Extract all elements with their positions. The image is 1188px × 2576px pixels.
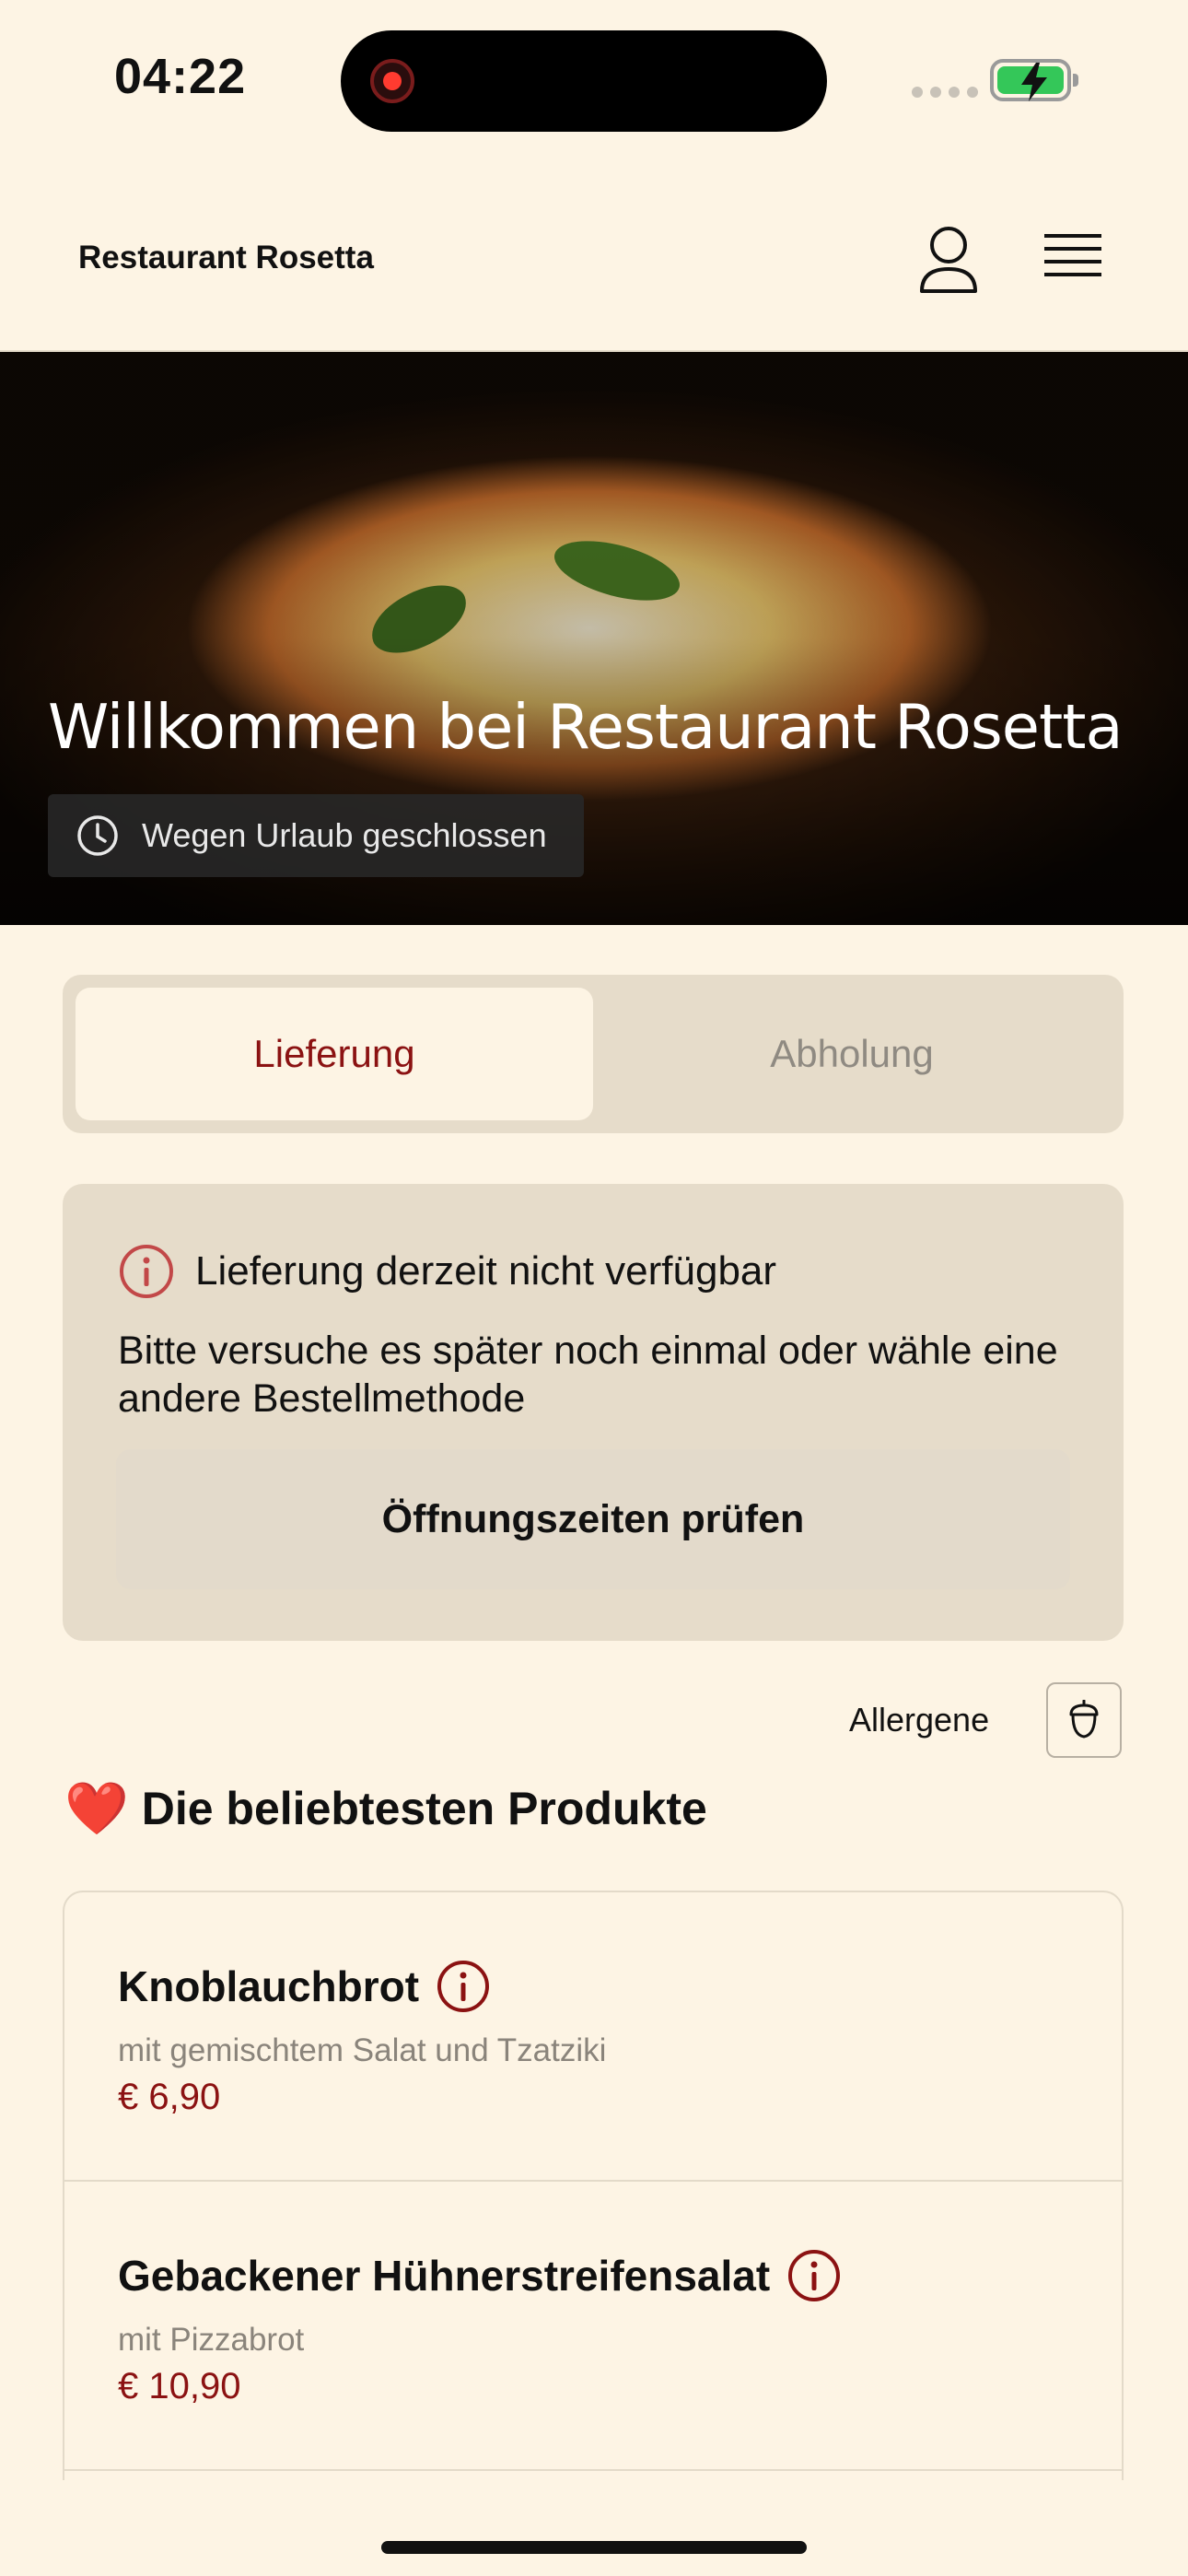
restaurant-name[interactable]: Restaurant Rosetta <box>78 240 374 276</box>
product-name: Knoblauchbrot <box>118 1962 420 2010</box>
battery-icon <box>990 59 1078 101</box>
product-description: mit Pizzabrot <box>118 2322 305 2358</box>
alert-title: Lieferung derzeit nicht verfügbar <box>195 1248 777 1294</box>
list-item[interactable]: Knoblauchbrot mit gemischtem Salat und T… <box>64 1892 1122 2182</box>
info-icon <box>120 1245 173 1298</box>
signal-icon <box>912 87 978 98</box>
clock-icon <box>77 815 118 856</box>
alert-message: Bitte versuche es später noch einmal ode… <box>118 1329 1058 1421</box>
heart-icon: ❤️ <box>64 1779 129 1837</box>
status-time: 04:22 <box>114 49 247 104</box>
info-icon[interactable] <box>786 2248 842 2303</box>
tab-abholung[interactable]: Abholung <box>593 988 1111 1120</box>
check-opening-hours-button[interactable]: Öffnungszeiten prüfen <box>116 1449 1070 1589</box>
product-name: Gebackener Hühnerstreifensalat <box>118 2252 771 2300</box>
product-price: € 10,90 <box>118 2366 241 2406</box>
delivery-unavailable-alert: Lieferung derzeit nicht verfügbar Bitte … <box>63 1184 1124 1641</box>
account-button[interactable] <box>916 223 981 297</box>
status-badge: Wegen Urlaub geschlossen <box>48 794 584 877</box>
info-icon[interactable] <box>436 1959 491 2014</box>
list-item[interactable]: Gebackener Hühnerstreifensalat mit Pizza… <box>64 2182 1122 2471</box>
product-list: Knoblauchbrot mit gemischtem Salat und T… <box>63 1891 1124 2480</box>
hero-banner: Willkommen bei Restaurant Rosetta Wegen … <box>0 352 1188 925</box>
allergens-label: Allergene <box>849 1701 990 1739</box>
section-title: Die beliebtesten Produkte <box>141 1783 707 1834</box>
product-price: € 6,90 <box>118 2077 221 2117</box>
recording-indicator-icon <box>370 59 414 103</box>
hamburger-menu-icon <box>1044 234 1101 276</box>
hero-title: Willkommen bei Restaurant Rosetta <box>48 691 1124 763</box>
dynamic-island <box>341 30 827 132</box>
app-header: Restaurant Rosetta <box>0 175 1188 352</box>
popular-products-heading: ❤️ Die beliebtesten Produkte <box>64 1778 707 1839</box>
menu-button[interactable] <box>1042 228 1103 289</box>
product-description: mit gemischtem Salat und Tzatziki <box>118 2032 607 2068</box>
order-method-tabs: Lieferung Abholung <box>63 975 1124 1133</box>
status-badge-label: Wegen Urlaub geschlossen <box>142 816 547 854</box>
tab-lieferung[interactable]: Lieferung <box>76 988 593 1120</box>
user-icon <box>920 227 977 293</box>
home-indicator[interactable] <box>381 2541 807 2554</box>
allergens-button[interactable] <box>1046 1682 1122 1758</box>
acorn-icon <box>1069 1700 1099 1739</box>
